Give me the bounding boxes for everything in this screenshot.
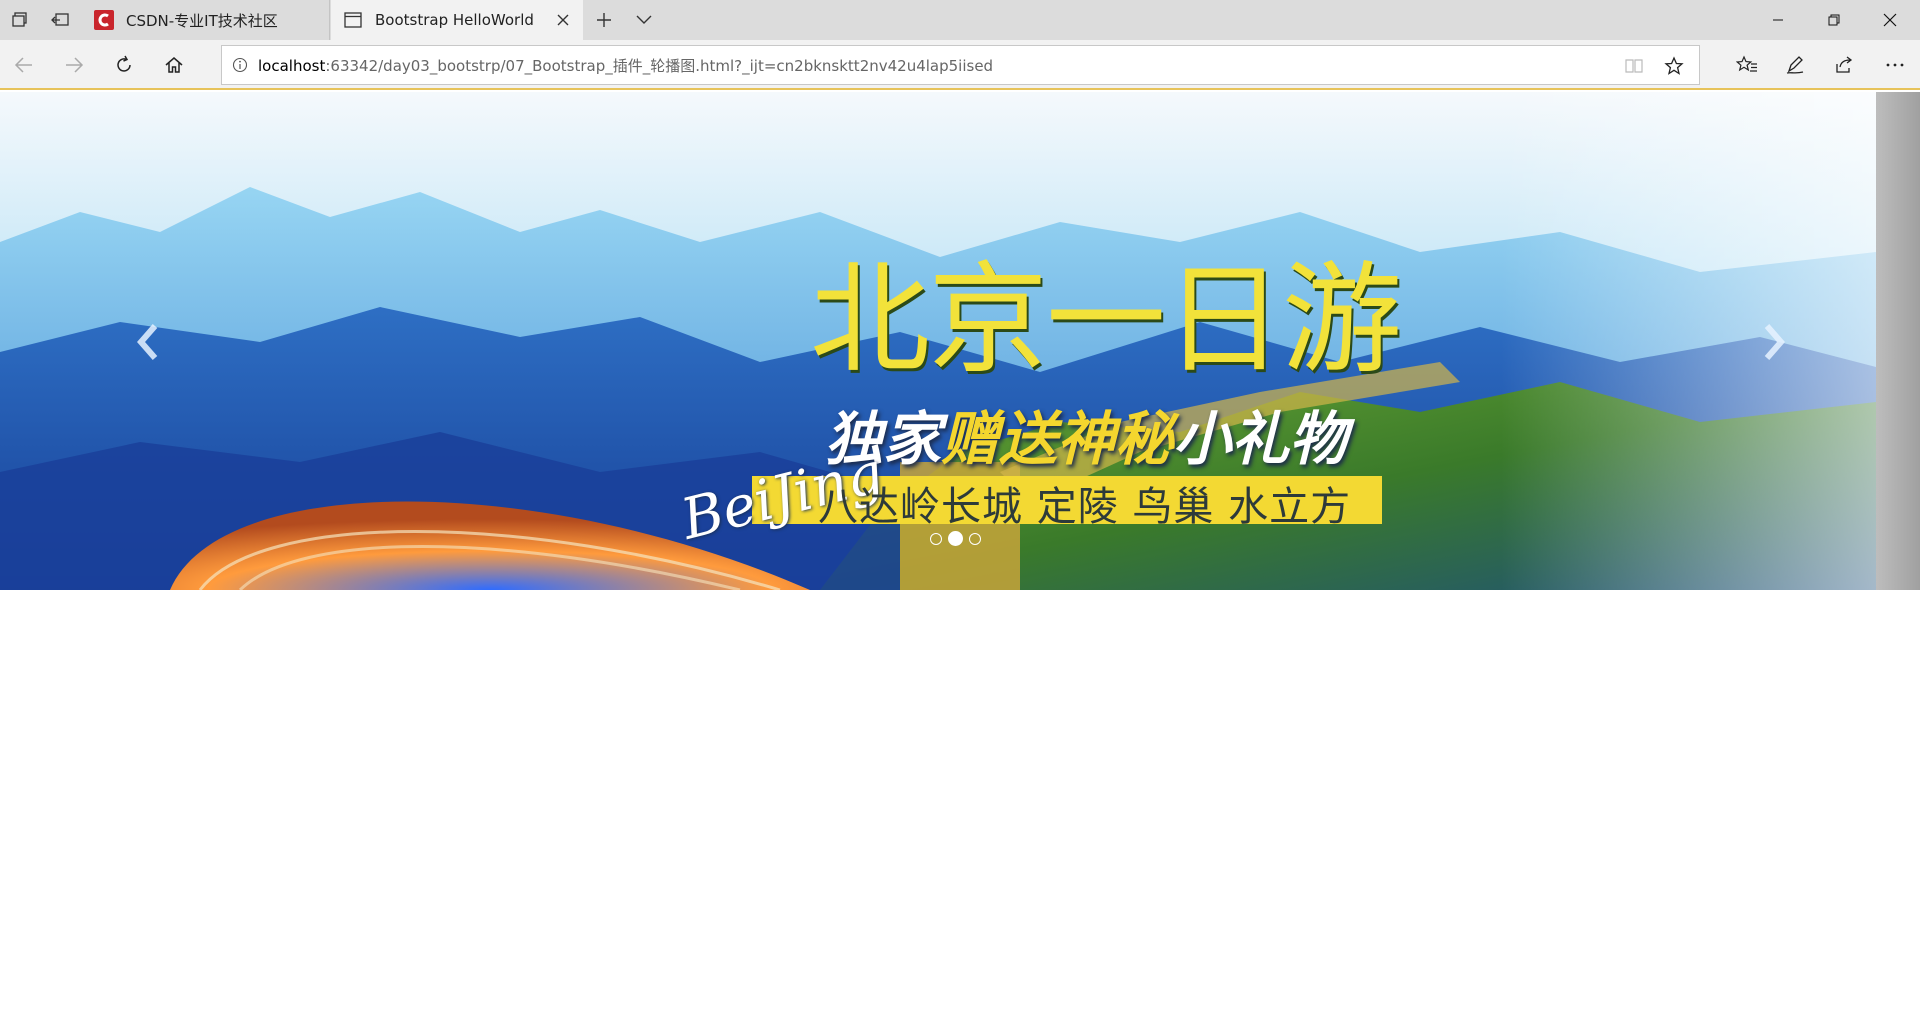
add-favorite-star-icon[interactable] <box>1662 54 1686 78</box>
banner-subtitle-highlight: 赠送神秘 <box>941 405 1174 473</box>
favorites-hub-icon[interactable] <box>1727 45 1767 85</box>
carousel-indicators <box>930 531 981 546</box>
home-icon[interactable] <box>154 45 194 85</box>
back-arrow-icon[interactable] <box>4 45 44 85</box>
carousel-indicator[interactable] <box>930 532 942 545</box>
chevron-down-icon[interactable] <box>624 0 664 40</box>
navigation-bar: localhost:63342/day03_bootstrp/07_Bootst… <box>0 40 1920 90</box>
url-path: :63342/day03_bootstrp/07_Bootstrap_插件_轮播… <box>325 56 994 75</box>
page-icon <box>343 10 363 30</box>
page-body <box>0 590 1920 1030</box>
banner-title: 北京一日游 <box>810 251 1402 390</box>
address-bar[interactable]: localhost:63342/day03_bootstrp/07_Bootst… <box>221 45 1700 85</box>
carousel-next-control[interactable] <box>1734 292 1814 392</box>
carousel-slide: 北京一日游 独家赠送神秘小礼物 BeiJing 八达岭长城 定陵 鸟巢 水立方 <box>0 92 1876 590</box>
carousel: 北京一日游 独家赠送神秘小礼物 BeiJing 八达岭长城 定陵 鸟巢 水立方 <box>0 92 1920 590</box>
url-host: localhost <box>258 56 326 75</box>
chevron-right-icon <box>1764 324 1785 360</box>
minimize-icon[interactable] <box>1750 0 1806 40</box>
restore-icon[interactable] <box>1806 0 1862 40</box>
forward-arrow-icon[interactable] <box>54 45 94 85</box>
more-menu-icon[interactable] <box>1875 45 1915 85</box>
banner-subtitle: 独家赠送神秘小礼物 <box>825 392 1347 476</box>
tab-bootstrap-helloworld[interactable]: Bootstrap HelloWorld <box>331 0 583 40</box>
tab-title: Bootstrap HelloWorld <box>375 11 534 29</box>
set-tabs-aside-icon[interactable] <box>40 0 80 40</box>
carousel-indicator-active[interactable] <box>948 531 963 546</box>
new-tab-icon[interactable] <box>584 0 624 40</box>
refresh-icon[interactable] <box>104 45 144 85</box>
tab-actions-icon[interactable] <box>0 0 40 40</box>
close-window-icon[interactable] <box>1862 0 1918 40</box>
chevron-left-icon <box>137 324 158 360</box>
web-note-pen-icon[interactable] <box>1775 45 1815 85</box>
url-text[interactable]: localhost:63342/day03_bootstrp/07_Bootst… <box>258 55 993 76</box>
tab-title: CSDN-专业IT技术社区 <box>126 11 278 30</box>
carousel-prev-control[interactable] <box>108 292 188 392</box>
csdn-logo-icon <box>94 10 114 30</box>
banner-subtitle-part: 小礼物 <box>1173 405 1348 473</box>
banner-places: 八达岭长城 定陵 鸟巢 水立方 <box>818 484 1352 530</box>
share-icon[interactable] <box>1824 45 1864 85</box>
scroll-gutter <box>1876 92 1920 590</box>
site-info-icon[interactable] <box>222 57 258 73</box>
tab-bar: CSDN-专业IT技术社区 Bootstrap HelloWorld <box>0 0 1920 40</box>
reading-view-icon[interactable] <box>1622 54 1646 78</box>
tab-csdn[interactable]: CSDN-专业IT技术社区 <box>82 0 330 40</box>
carousel-indicator[interactable] <box>969 532 981 545</box>
close-tab-icon[interactable] <box>555 12 571 28</box>
